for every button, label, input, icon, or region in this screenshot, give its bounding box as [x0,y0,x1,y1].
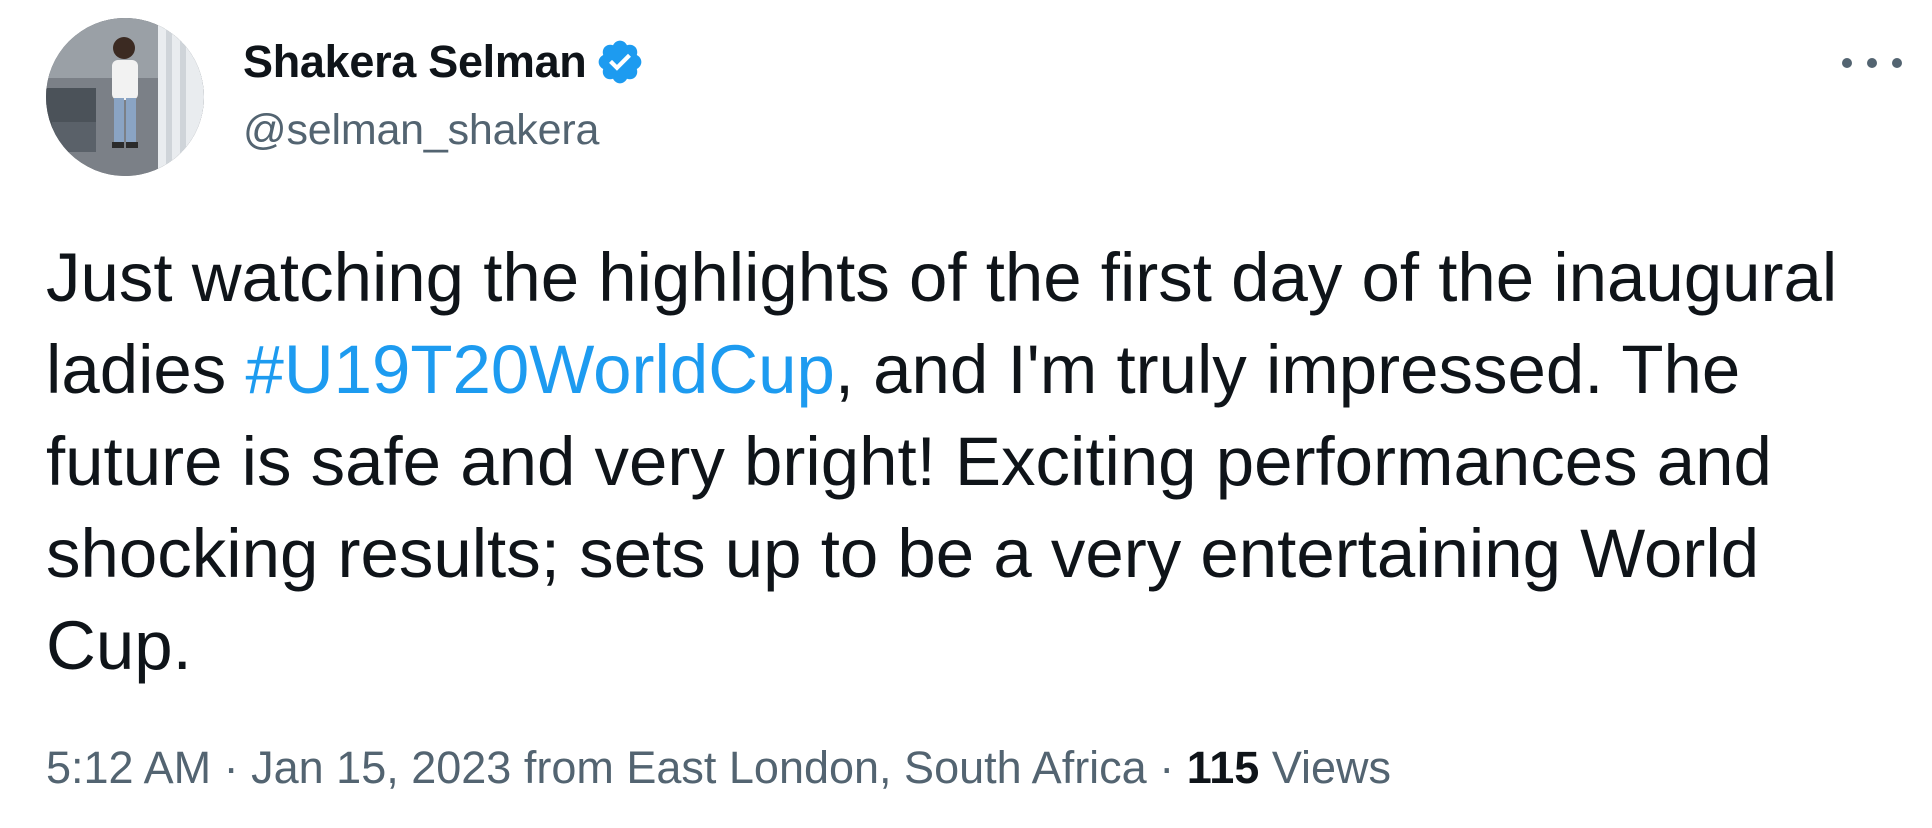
avatar-photo [46,18,204,176]
meta-separator: · [1146,742,1187,793]
tweet-date[interactable]: Jan 15, 2023 [251,742,511,793]
avatar[interactable] [46,18,204,176]
verified-badge-icon [595,37,645,87]
more-dot [1867,58,1877,68]
more-dot [1892,58,1902,68]
author-display-name[interactable]: Shakera Selman [243,36,587,88]
tweet-location: from East London, South Africa [511,742,1147,793]
views-count: 115 [1186,742,1260,793]
views-label: Views [1259,742,1392,793]
hashtag-link[interactable]: #U19T20WorldCup [245,331,834,408]
tweet-card: Shakera Selman @selman_shakera Just watc… [0,0,1932,828]
author-name-row: Shakera Selman [243,34,645,90]
tweet-time[interactable]: 5:12 AM [46,742,211,793]
more-dot [1842,58,1852,68]
author-handle[interactable]: @selman_shakera [243,106,645,155]
more-options-icon[interactable] [1842,48,1902,78]
author-block: Shakera Selman @selman_shakera [243,34,645,155]
tweet-meta: 5:12 AM · Jan 15, 2023 from East London,… [46,742,1391,794]
tweet-text: Just watching the highlights of the firs… [46,232,1906,692]
meta-separator: · [211,742,252,793]
